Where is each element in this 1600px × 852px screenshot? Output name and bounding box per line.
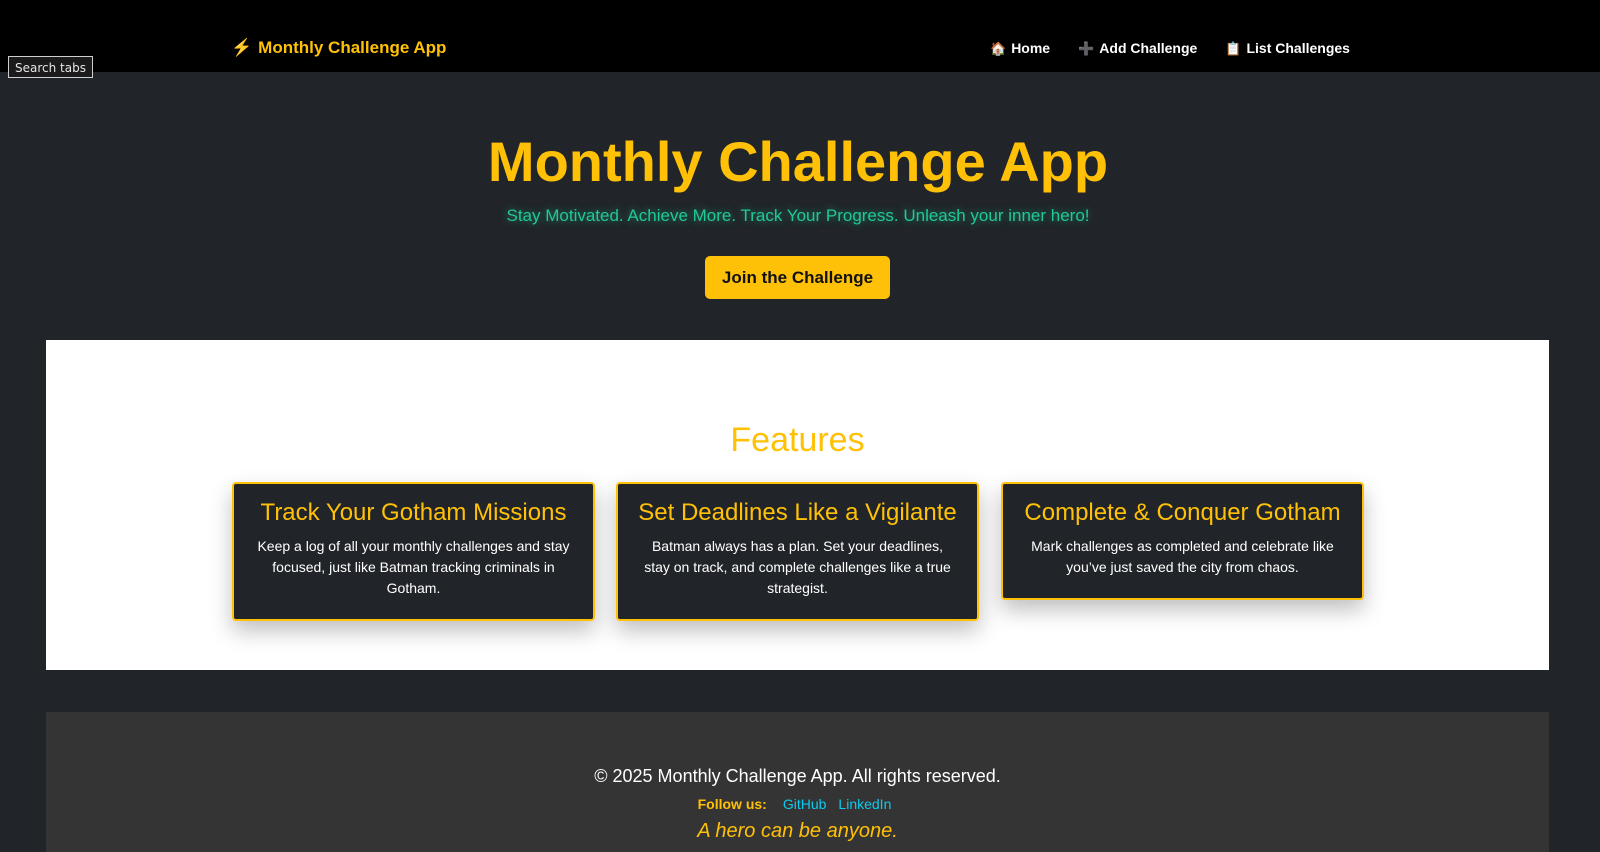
house-icon: 🏠 [990,41,1007,56]
join-challenge-button[interactable]: Join the Challenge [705,256,890,299]
plus-icon: ➕ [1078,41,1095,56]
footer: © 2025 Monthly Challenge App. All rights… [46,712,1549,852]
nav-list-challenges-label: List Challenges [1246,40,1350,56]
hero-title: Monthly Challenge App [487,130,1109,193]
brand-link[interactable]: ⚡ Monthly Challenge App [231,36,446,60]
navbar: ⚡ Monthly Challenge App 🏠 Home ➕ Add Challe… [0,0,1600,72]
features-title: Features [730,421,865,459]
nav-add-challenge-link[interactable]: ➕ Add Challenge [1078,38,1197,59]
follow-us: Follow us: GitHub LinkedIn [46,794,1549,814]
nav-home-link[interactable]: 🏠 Home [990,38,1050,59]
brand-label: Monthly Challenge App [258,38,447,57]
nav-list-challenges-link[interactable]: 📋 List Challenges [1225,38,1350,59]
nav-add-challenge-label: Add Challenge [1099,40,1198,56]
feature-card-title: Complete & Conquer Gotham [1024,499,1341,526]
feature-card-text: Mark challenges as completed and celebra… [1031,538,1334,575]
github-link[interactable]: GitHub [783,796,827,812]
feature-card-title: Set Deadlines Like a Vigilante [638,499,957,526]
feature-card: Track Your Gotham Missions Keep a log of… [232,482,595,621]
footer-tagline: A hero can be anyone. [697,820,898,842]
features-section: Features Track Your Gotham Missions Keep… [46,340,1549,670]
feature-card-text: Keep a log of all your monthly challenge… [257,538,570,596]
linkedin-link[interactable]: LinkedIn [838,796,891,812]
feature-card: Complete & Conquer Gotham Mark challenge… [1001,482,1364,600]
lightning-icon: ⚡ [231,38,253,57]
feature-card: Set Deadlines Like a Vigilante Batman al… [616,482,979,621]
follow-label: Follow us: [697,796,767,812]
feature-card-title: Track Your Gotham Missions [260,499,567,526]
clipboard-icon: 📋 [1225,41,1242,56]
feature-card-text: Batman always has a plan. Set your deadl… [644,538,951,596]
nav-home-label: Home [1011,40,1051,56]
copyright-text: © 2025 Monthly Challenge App. All rights… [594,766,1001,786]
search-tabs-button[interactable]: Search tabs [8,56,93,78]
hero-subtitle: Stay Motivated. Achieve More. Track Your… [506,206,1090,225]
nav-links: 🏠 Home ➕ Add Challenge 📋 List Challenges [990,38,1350,59]
